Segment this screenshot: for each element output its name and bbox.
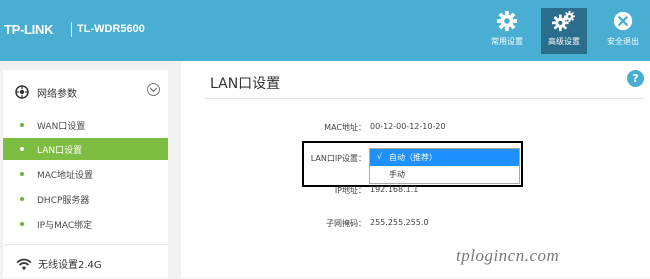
wireless-24g-section-header[interactable]: 无线设置2.4G xyxy=(3,244,168,279)
logout-label: 安全退出 xyxy=(607,37,639,46)
network-params-section-header[interactable]: 网络参数 xyxy=(3,70,168,114)
help-icon[interactable]: ? xyxy=(627,70,644,87)
sidebar-item-label: IP与MAC绑定 xyxy=(37,221,93,231)
subnet-mask-label: 子网掩码： xyxy=(326,219,366,228)
option-label: 手动 xyxy=(389,170,405,179)
advanced-settings-label: 高级设置 xyxy=(548,37,580,46)
ip-address-value: 192.168.1.1 xyxy=(370,185,419,194)
bullet-icon xyxy=(20,123,24,127)
common-settings-label: 常用设置 xyxy=(491,37,523,46)
sidebar-panel: 网络参数 WAN口设置 LAN口设置 MAC地址设置 DHCP服务器 IP与MA… xyxy=(3,70,168,278)
model-name: TL-WDR5600 xyxy=(77,23,145,35)
bullet-icon xyxy=(20,222,24,226)
chevron-down-icon[interactable] xyxy=(147,83,160,96)
bullet-icon xyxy=(20,147,24,151)
option-label: 自动（推荐） xyxy=(389,153,437,162)
lan-ip-setting-label: LAN口IP设置： xyxy=(310,154,366,163)
sidebar-item-label: DHCP服务器 xyxy=(37,196,90,206)
page-title: LAN口设置 xyxy=(210,76,281,92)
option-auto[interactable]: √ 自动（推荐） xyxy=(370,149,519,166)
gear-icon xyxy=(484,10,530,34)
sidebar: 网络参数 WAN口设置 LAN口设置 MAC地址设置 DHCP服务器 IP与MA… xyxy=(0,61,181,278)
advanced-settings-button[interactable]: 高级设置 xyxy=(541,8,587,54)
option-manual[interactable]: 手动 xyxy=(370,166,519,183)
sidebar-item-dhcp[interactable]: DHCP服务器 xyxy=(3,188,168,210)
sidebar-item-wan[interactable]: WAN口设置 xyxy=(3,114,168,136)
section-title: 无线设置2.4G xyxy=(38,260,102,271)
tp-link-logo: TP-LINK xyxy=(4,22,54,37)
logout-button[interactable]: 安全退出 xyxy=(600,8,646,54)
close-circle-icon xyxy=(600,10,646,34)
sidebar-item-mac[interactable]: MAC地址设置 xyxy=(3,163,168,185)
lan-ip-mode-dropdown[interactable]: √ 自动（推荐） 手动 xyxy=(369,148,520,184)
top-header-bar: TP-LINK TL-WDR5600 常用设置 高级设置 安全退出 xyxy=(0,0,650,61)
bullet-icon xyxy=(20,197,24,201)
bullet-icon xyxy=(20,172,24,176)
wifi-icon xyxy=(16,255,32,270)
common-settings-button[interactable]: 常用设置 xyxy=(484,8,530,54)
sidebar-item-ip-mac-binding[interactable]: IP与MAC绑定 xyxy=(3,213,168,235)
watermark: tplogincn.com xyxy=(456,246,560,265)
ip-address-label: IP地址： xyxy=(334,186,366,195)
sidebar-item-lan[interactable]: LAN口设置 xyxy=(3,138,168,160)
mac-address-value: 00-12-00-12-10-20 xyxy=(370,122,446,131)
sidebar-item-label: LAN口设置 xyxy=(37,146,83,156)
logo-separator xyxy=(71,22,72,37)
main-content: LAN口设置 ? MAC地址： 00-12-00-12-10-20 LAN口IP… xyxy=(181,61,650,278)
checkmark-icon: √ xyxy=(377,152,383,161)
sidebar-item-label: WAN口设置 xyxy=(37,122,86,132)
network-icon xyxy=(15,84,29,99)
title-divider xyxy=(205,98,645,99)
section-title: 网络参数 xyxy=(37,89,77,100)
mac-address-label: MAC地址： xyxy=(324,123,366,132)
subnet-mask-value: 255.255.255.0 xyxy=(370,218,429,227)
sidebar-item-label: MAC地址设置 xyxy=(37,171,94,181)
gears-icon xyxy=(541,10,587,34)
